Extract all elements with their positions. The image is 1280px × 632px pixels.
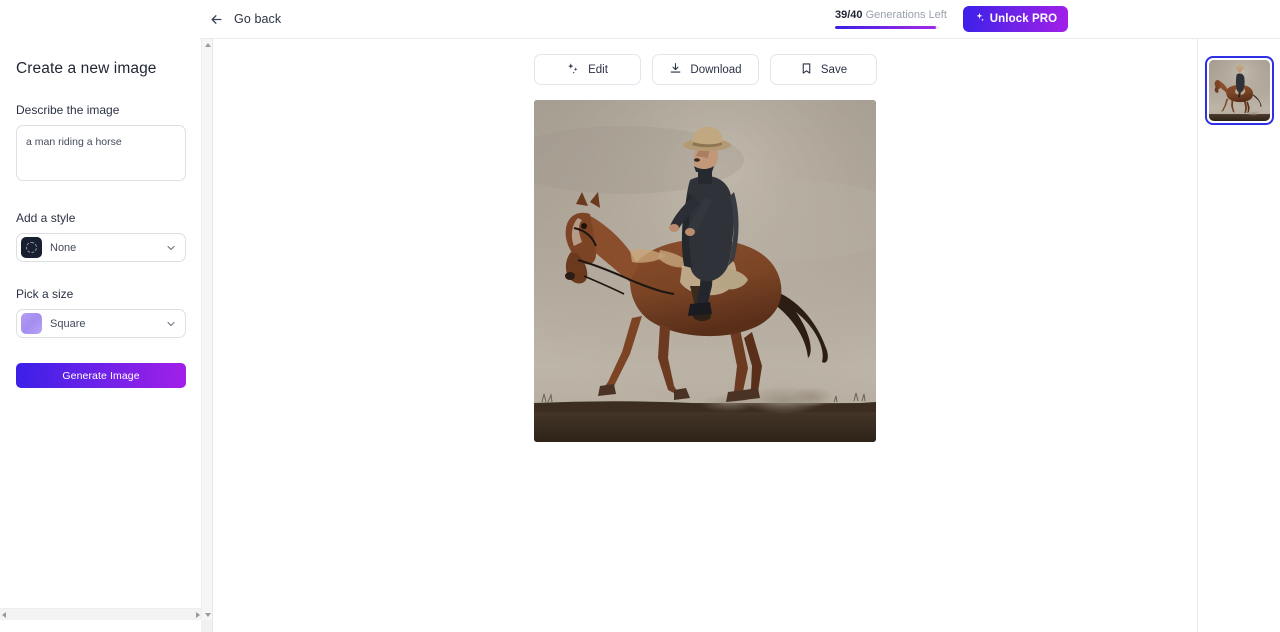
thumbnail-image (1209, 60, 1270, 121)
generations-progress-track (835, 26, 939, 29)
sidebar-horizontal-scrollbar[interactable] (0, 608, 202, 620)
size-selected-value: Square (50, 317, 86, 330)
square-swatch-icon (21, 313, 42, 334)
size-select[interactable]: Square (16, 309, 186, 338)
bookmark-icon (800, 62, 813, 78)
scroll-up-button[interactable] (202, 39, 213, 50)
save-label: Save (820, 63, 848, 76)
main-canvas: Edit Download Save (213, 39, 1197, 632)
scroll-left-icon[interactable] (2, 611, 6, 618)
generated-image[interactable] (534, 100, 876, 442)
edit-label: Edit (588, 63, 608, 76)
chevron-down-icon (204, 612, 211, 617)
chevron-down-icon (165, 242, 177, 254)
sparkles-icon (974, 12, 985, 26)
style-selected-value: None (50, 241, 77, 254)
generations-progress-fill (835, 26, 937, 29)
magic-wand-icon (567, 62, 580, 78)
go-back-label: Go back (234, 12, 282, 26)
dashed-circle-icon (21, 237, 42, 258)
thumbnail-art (1209, 60, 1270, 121)
sidebar-content: Create a new image Describe the image Ad… (0, 39, 202, 620)
generations-text: 39/40 Generations Left (835, 9, 947, 21)
image-actions-toolbar: Edit Download Save (534, 54, 1197, 85)
go-back-button[interactable]: Go back (209, 12, 281, 27)
thumbnail-item[interactable] (1205, 56, 1274, 125)
scroll-right-icon[interactable] (196, 611, 200, 618)
style-select[interactable]: None (16, 233, 186, 262)
generations-count: 39/40 (835, 9, 863, 21)
create-image-sidebar: Create a new image Describe the image Ad… (0, 39, 213, 632)
unlock-pro-button[interactable]: Unlock PRO (963, 6, 1068, 32)
download-icon (669, 62, 682, 78)
edit-button[interactable]: Edit (534, 54, 641, 85)
arrow-left-icon (209, 12, 224, 27)
page-title: Create a new image (16, 60, 157, 77)
download-label: Download (690, 63, 742, 76)
thumbnail-rail (1197, 39, 1280, 632)
header-right-group: 39/40 Generations Left Unlock PRO (835, 6, 1068, 32)
generated-image-art (534, 100, 876, 442)
generate-image-button[interactable]: Generate Image (16, 363, 186, 388)
scroll-down-button[interactable] (202, 609, 213, 620)
prompt-input[interactable] (16, 125, 186, 181)
save-button[interactable]: Save (770, 54, 877, 85)
chevron-up-icon (204, 42, 211, 47)
scrollbar-corner (201, 620, 212, 632)
generations-meter: 39/40 Generations Left (835, 9, 947, 29)
generations-label: Generations Left (862, 9, 947, 21)
style-label: Add a style (16, 211, 76, 225)
app-header: Go back 39/40 Generations Left Unlock PR… (200, 0, 1280, 39)
chevron-down-icon (165, 318, 177, 330)
download-button[interactable]: Download (652, 54, 759, 85)
unlock-pro-label: Unlock PRO (989, 13, 1058, 25)
sidebar-vertical-scrollbar[interactable] (201, 39, 212, 620)
prompt-label: Describe the image (16, 103, 120, 117)
size-label: Pick a size (16, 287, 74, 301)
